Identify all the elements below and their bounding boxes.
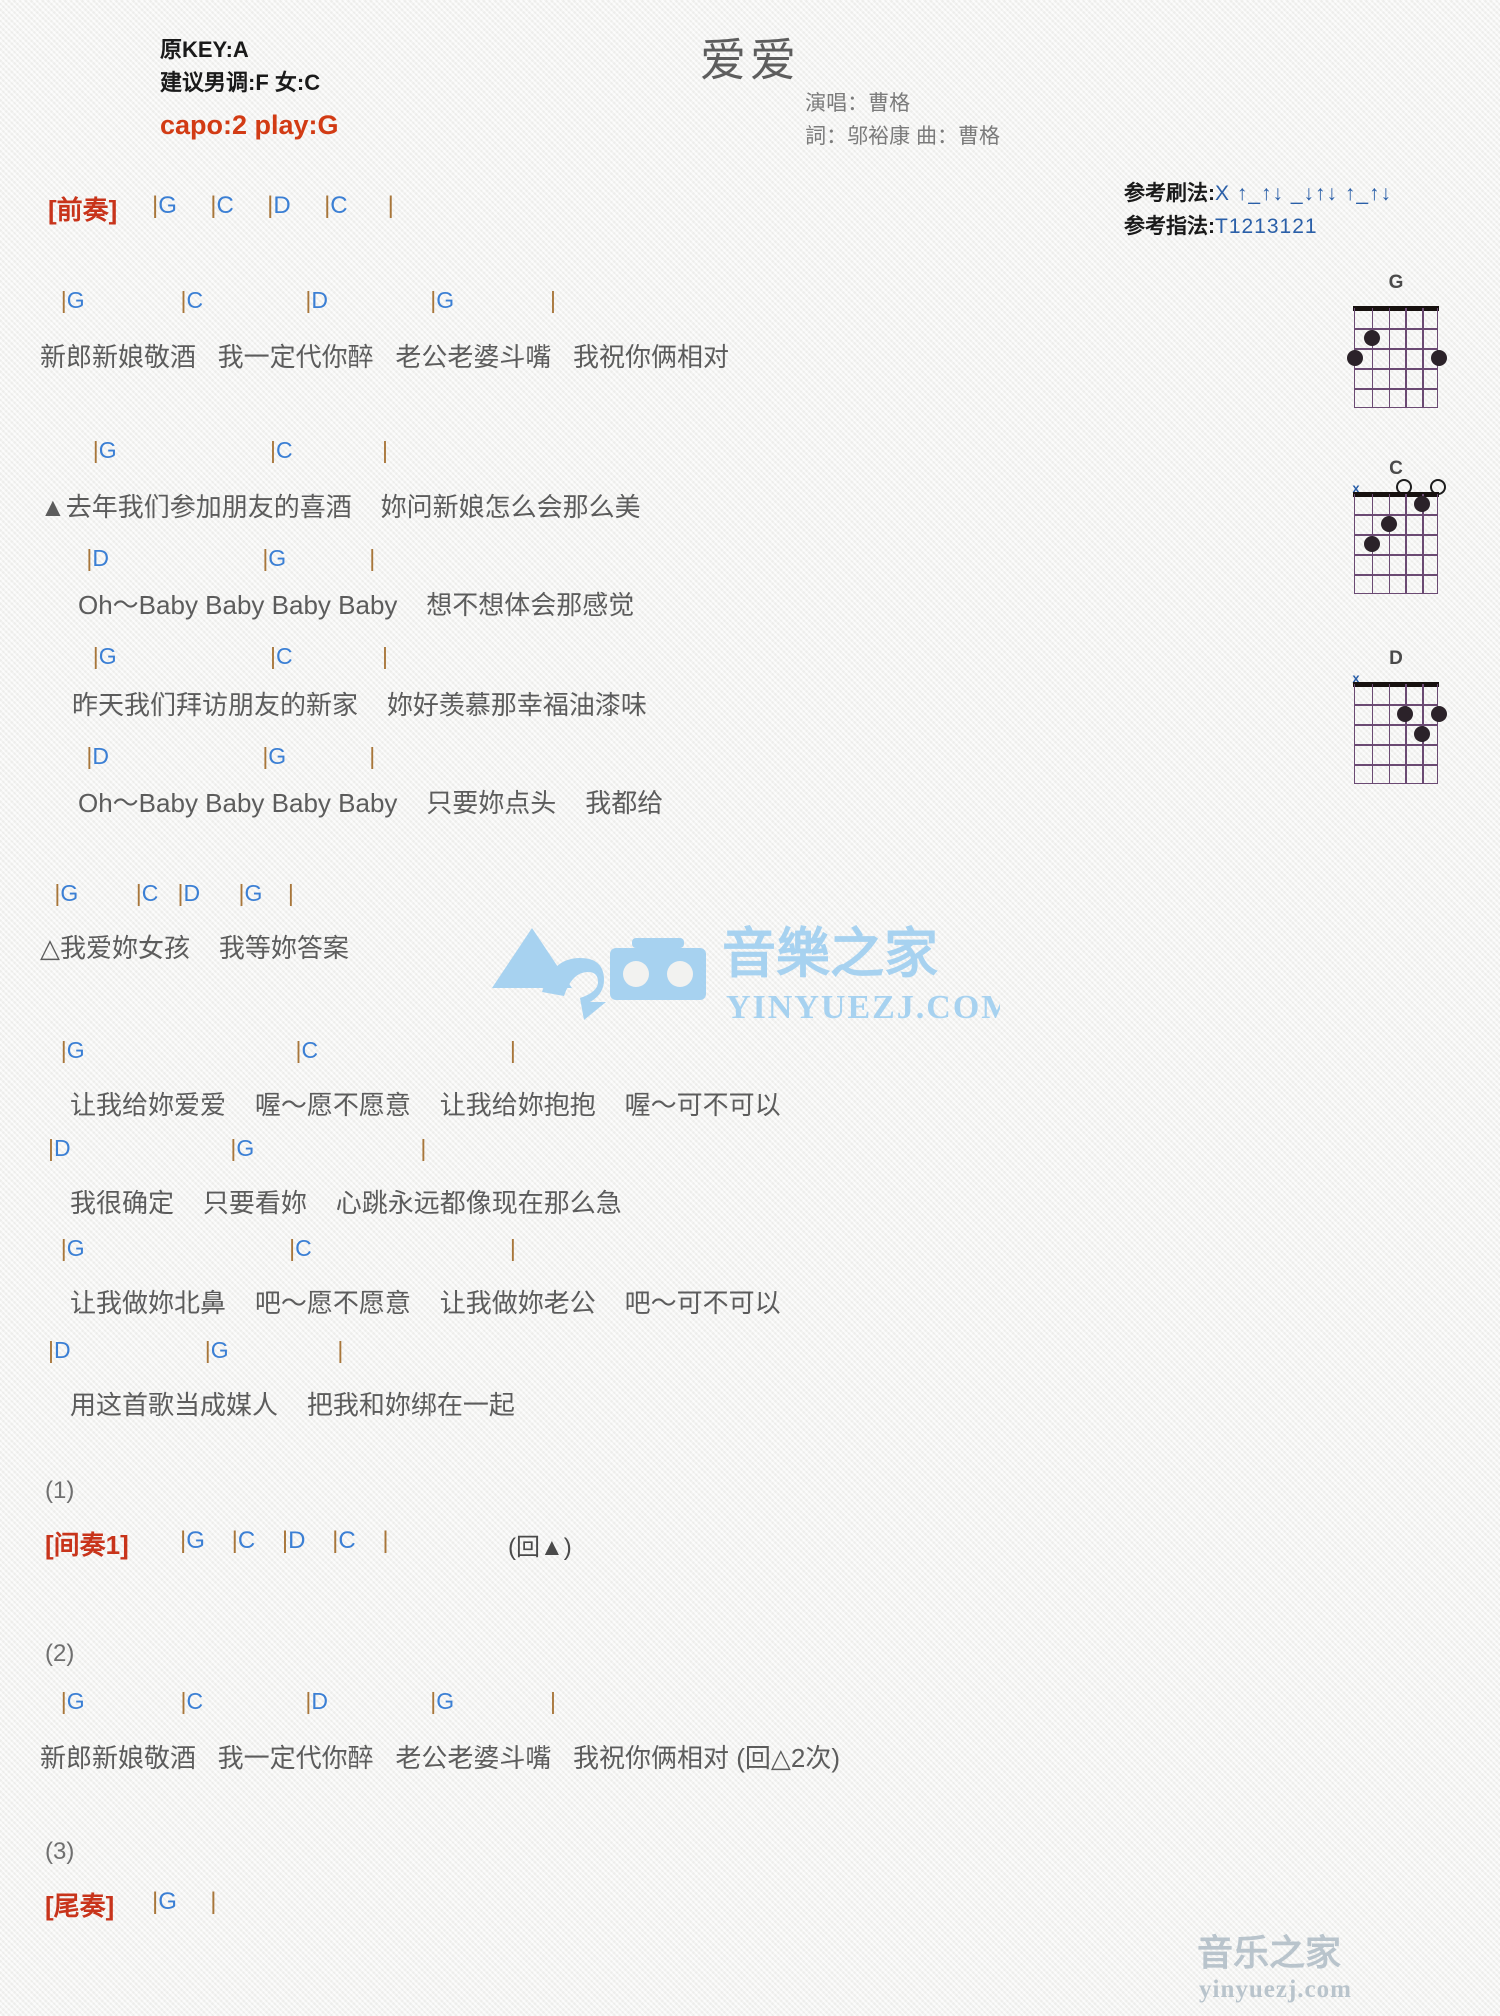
section2-chords: |G |C |D |G |: [60, 1688, 556, 1714]
section-1-number: (1): [45, 1477, 75, 1504]
strum-value: X ↑_↑↓ _↓↑↓ ↑_↑↓: [1215, 182, 1393, 205]
intro-chords: |G |C |D |C |: [152, 192, 394, 219]
svg-text:音樂之家: 音樂之家: [722, 924, 938, 984]
fretboard-grid: [1354, 494, 1438, 594]
verseA-3-lyrics: Oh～Baby Baby Baby Baby 只要妳点头 我都给: [78, 788, 664, 818]
credits-block: 演唱：曹格 詞：邬裕康 曲：曹格: [805, 88, 1000, 153]
verseA-0-chords: |G |C |: [92, 437, 389, 463]
chorus-0-chords: |G |C |: [60, 1037, 516, 1063]
fretboard-grid: [1354, 684, 1447, 784]
strum-label: 参考刷法:: [1124, 182, 1215, 205]
verseA-1-chords: |D |G |: [86, 545, 376, 571]
verse1-chords: |G |C |D |G |: [60, 287, 556, 313]
fret-dot: [1414, 496, 1431, 512]
strum-pattern: 参考刷法:X ↑_↑↓ _↓↑↓ ↑_↑↓: [1124, 178, 1392, 211]
chord-sheet: 爱爱 原KEY:A 建议男调:F 女:C capo:2 play:G 演唱：曹格…: [0, 0, 1500, 2016]
chord-diagram-c-name: C: [1389, 458, 1403, 479]
outro-tag: [尾奏]: [45, 1891, 115, 1921]
chorus-2-lyrics: 让我做妳北鼻 吧～愿不愿意 让我做妳老公 吧～可不可以: [70, 1288, 781, 1318]
fret-dot: [1414, 726, 1431, 742]
fret-dot: [1397, 706, 1414, 722]
verseA-0-lyrics: ▲去年我们参加朋友的喜酒 妳问新娘怎么会那么美: [40, 492, 641, 522]
chord-diagram-g: G: [1340, 272, 1452, 422]
section-2-number: (2): [45, 1640, 75, 1667]
fret-dot: [1363, 536, 1380, 552]
fret-dot: [1347, 350, 1363, 366]
chorus-1-chords: |D |G |: [48, 1135, 427, 1161]
svg-text:yinyuezj.com: yinyuezj.com: [1199, 1976, 1352, 2003]
verse1-lyrics: 新郎新娘敬酒 我一定代你醉 老公老婆斗嘴 我祝你俩相对: [40, 342, 730, 372]
intro-tag: [前奏]: [48, 195, 118, 225]
verseA-3-chords: |D |G |: [86, 743, 376, 769]
fret-dot: [1363, 330, 1380, 346]
chord-diagram-c: C x: [1340, 458, 1452, 608]
fingering-pattern: 参考指法:T1213121: [1124, 211, 1392, 244]
watermark-center: 音樂之家 YINYUEZJ.COM: [480, 900, 1013, 1050]
capo-info: capo:2 play:G: [160, 109, 339, 140]
section2-lyrics-text: 新郎新娘敬酒 我一定代你醉 老公老婆斗嘴 我祝你俩相对: [40, 1743, 730, 1773]
chord-diagram-d: D x: [1340, 648, 1452, 798]
verseA-2-lyrics: 昨天我们拜访朋友的新家 妳好羡慕那幸福油漆味: [72, 690, 647, 720]
chorus-1-lyrics: 我很确定 只要看妳 心跳永远都像现在那么急: [70, 1188, 622, 1218]
chorus-3-chords: |D |G |: [48, 1337, 344, 1363]
section-3-number: (3): [45, 1838, 75, 1865]
section2-repeat-note: (回△2次): [729, 1743, 841, 1773]
verseA-2-chords: |G |C |: [92, 643, 389, 669]
original-key: 原KEY:A: [160, 37, 249, 62]
verseA-1-lyrics: Oh～Baby Baby Baby Baby 想不想体会那感觉: [78, 590, 635, 620]
fret-dot: [1431, 350, 1447, 366]
chorus-3-lyrics: 用这首歌当成媒人 把我和妳绑在一起: [70, 1390, 515, 1420]
chord-diagram-d-name: D: [1389, 648, 1403, 669]
outro-chords: |G |: [152, 1888, 217, 1915]
chorus-2-chords: |G |C |: [60, 1235, 516, 1261]
chorus-0-lyrics: 让我给妳爱爱 喔～愿不愿意 让我给妳抱抱 喔～可不可以: [70, 1090, 781, 1120]
fret-dot: [1380, 516, 1397, 532]
fingering-value: T1213121: [1215, 214, 1318, 238]
svg-text:音乐之家: 音乐之家: [1197, 1932, 1341, 1973]
key-info-block: 原KEY:A 建议男调:F 女:C capo:2 play:G: [160, 33, 339, 146]
writer-credit: 詞：邬裕康 曲：曹格: [805, 124, 1000, 148]
fingering-label: 参考指法:: [1124, 214, 1215, 238]
chorus-triangle-lyrics: △我爱妳女孩 我等妳答案: [40, 933, 349, 963]
interlude-repeat-note: (回▲): [508, 1534, 572, 1561]
watermark-corner: 音乐之家 yinyuezj.com: [1195, 1925, 1455, 2007]
suggested-key: 建议男调:F 女:C: [160, 70, 321, 96]
singer-credit: 演唱：曹格: [805, 92, 911, 115]
technique-block: 参考刷法:X ↑_↑↓ _↓↑↓ ↑_↑↓ 参考指法:T1213121: [1124, 178, 1392, 243]
chord-diagram-g-name: G: [1388, 272, 1404, 293]
chorus-triangle-chords: |G |C |D |G |: [54, 880, 294, 906]
interlude-chords: |G |C |D |C |: [180, 1527, 389, 1554]
svg-text:YINYUEZJ.COM: YINYUEZJ.COM: [726, 989, 1000, 1026]
section2-lyrics: 新郎新娘敬酒 我一定代你醉 老公老婆斗嘴 我祝你俩相对 (回△2次): [40, 1738, 840, 1775]
fret-dot: [1431, 706, 1447, 722]
fretboard-grid: [1347, 308, 1447, 408]
interlude-tag: [间奏1]: [45, 1530, 129, 1560]
